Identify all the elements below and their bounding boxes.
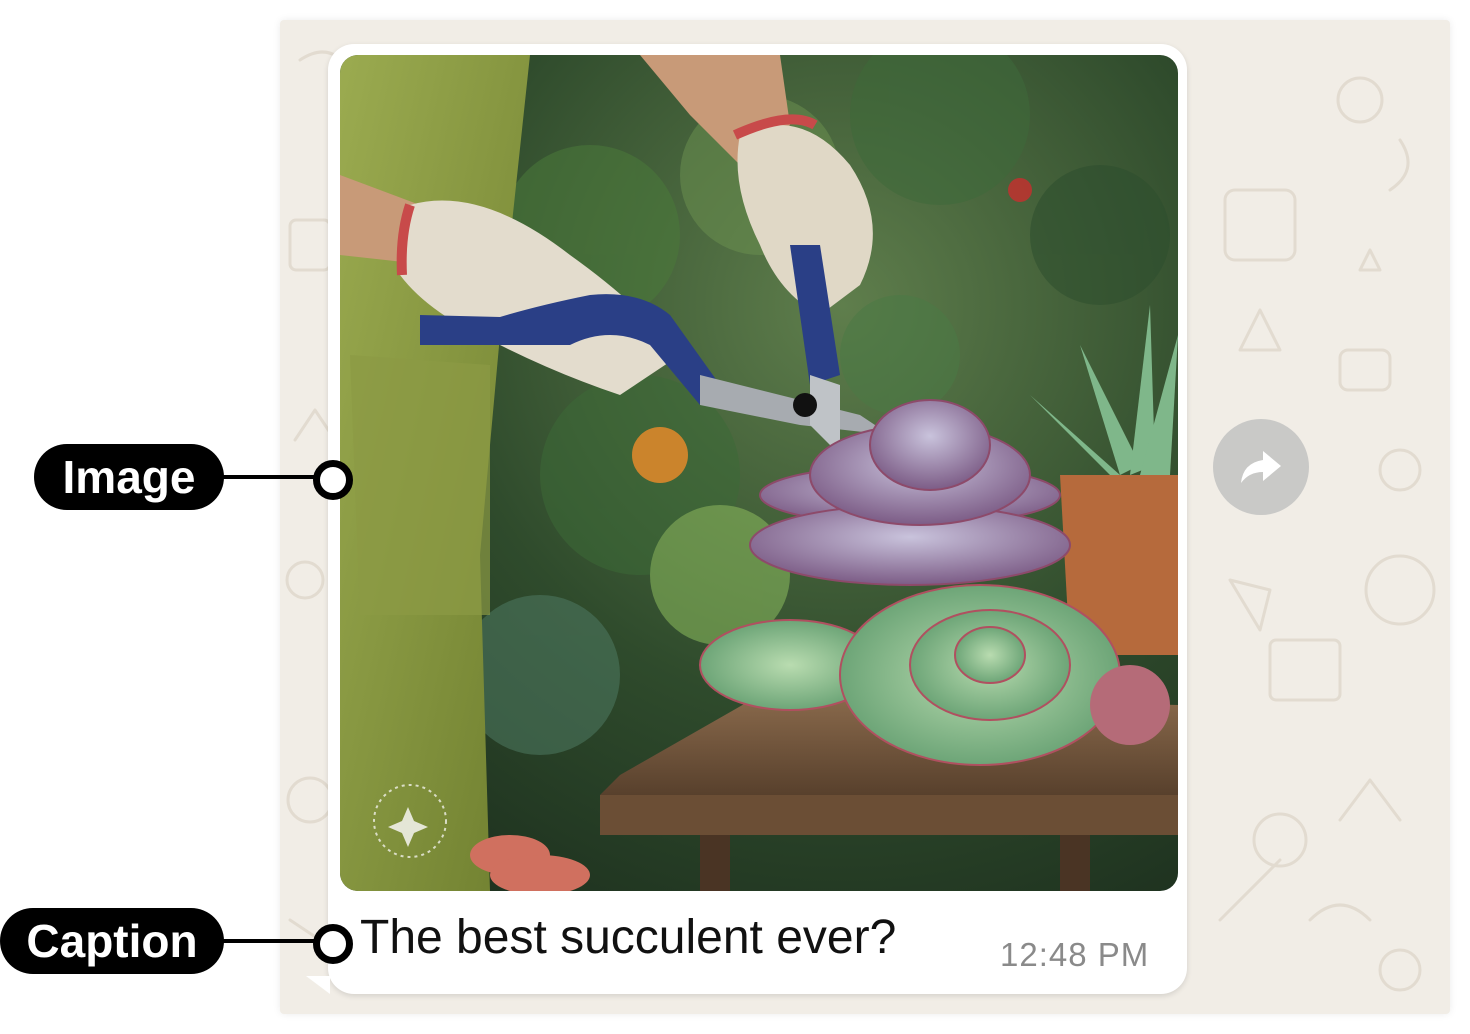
image-annotation-label: Image [34, 444, 224, 510]
image-annotation-dot [313, 460, 353, 500]
message-image[interactable] [340, 55, 1178, 891]
bubble-tail [306, 976, 330, 994]
forward-button[interactable] [1213, 419, 1309, 515]
forward-arrow-icon [1241, 451, 1281, 483]
image-annotation-connector [220, 475, 320, 479]
caption-annotation-connector [220, 939, 320, 943]
caption-annotation-dot [313, 924, 353, 964]
caption-annotation-label: Caption [0, 908, 224, 974]
succulent-photo [340, 55, 1178, 891]
message-timestamp: 12:48 PM [1000, 936, 1150, 973]
message-caption: The best succulent ever? [360, 911, 897, 964]
